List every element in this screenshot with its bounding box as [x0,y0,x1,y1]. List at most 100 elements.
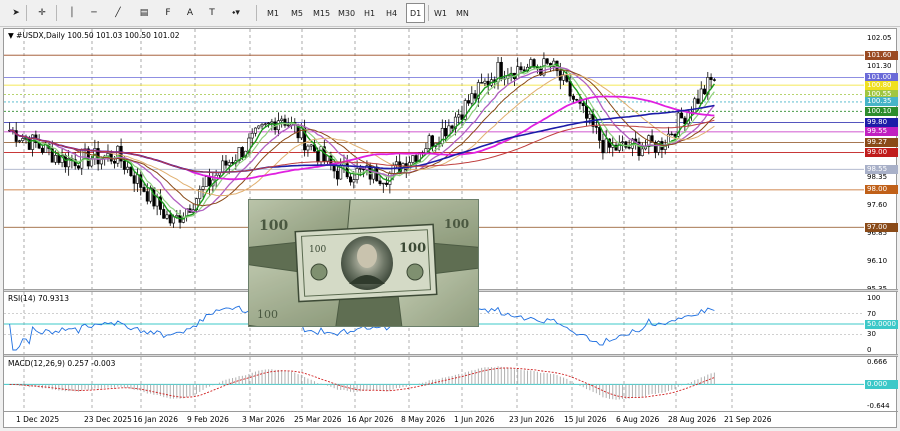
candle-body [414,155,418,162]
price-axis[interactable]: 102.05101.30100.5599.8099.0598.3597.6096… [864,29,898,293]
timeframe-w1-button[interactable]: W1 [431,3,450,23]
candle-body [172,216,176,224]
candle-body [113,160,117,164]
dollar-bills-image: 100 100 100 100 100 [248,199,479,327]
candle-body [208,176,212,187]
candle-body [699,88,703,104]
candle-body [444,127,448,137]
timeframe-m30-button[interactable]: M30 [335,3,358,23]
candle-body [411,155,415,163]
level-price-tag[interactable]: 99.27 [865,137,898,147]
timeframe-m1-button[interactable]: M1 [264,3,282,23]
candle-body [568,81,572,97]
candle-body [588,113,592,119]
date-axis-label: 25 Mar 2026 [294,415,342,424]
level-price-tag[interactable]: 101.60 [865,50,898,60]
timeframe-mn-button[interactable]: MN [453,3,472,23]
candle-body [522,69,526,72]
level-price-tag[interactable]: 98.55 [865,164,898,174]
candle-body [335,170,339,180]
macd-pane[interactable]: MACD(12,26,9) 0.257 -0.003 [4,357,864,411]
level-price-tag[interactable]: 97.00 [865,222,898,232]
price-axis-label: 101.30 [867,62,892,71]
date-axis-label: 16 Apr 2026 [347,415,394,424]
macd-chart[interactable] [4,357,864,411]
shapes-icon[interactable]: ⬩▾ [226,3,246,23]
collapse-triangle-icon[interactable]: ▼ [8,31,14,40]
candle-body [122,160,126,170]
level-price-tag[interactable]: 99.80 [865,118,898,128]
candle-body [601,140,605,154]
candle-body [358,168,362,170]
crosshair-icon[interactable]: ✛ [32,3,52,23]
candle-body [450,125,454,129]
candle-body [394,161,398,166]
candle-body [575,99,579,101]
candle-body [424,148,428,153]
candle-body [54,155,58,163]
level-price-tag[interactable]: 100.10 [865,106,898,116]
candle-body [627,146,631,149]
candle-body [253,127,257,134]
date-axis-label: 3 Mar 2026 [242,415,285,424]
candle-body [581,103,585,107]
date-axis-label: 6 Aug 2026 [616,415,660,424]
trendline-icon[interactable]: ╱ [108,3,128,23]
candle-body [286,124,290,127]
level-price-tag[interactable]: 99.00 [865,147,898,157]
equidistant-channel-icon[interactable]: ▤ [134,3,154,23]
candle-body [624,141,628,148]
candle-body [483,80,487,84]
candle-body [221,160,225,174]
candle-body [709,77,713,80]
candle-body [316,150,320,163]
toolbar-separator [26,5,27,21]
candle-body [201,186,205,190]
candle-body [40,147,44,153]
candle-body [250,132,254,139]
candle-body [598,127,602,141]
candle-body [152,187,156,207]
candle-body [670,133,674,136]
timeframe-d1-button[interactable]: D1 [406,3,426,23]
vertical-line-icon[interactable]: │ [62,3,82,23]
svg-text:100: 100 [399,241,426,256]
price-axis-label: 96.10 [867,256,888,265]
rsi-axis[interactable]: 100 70 30 0 50.0000 [864,292,898,354]
level-price-tag[interactable]: 100.35 [865,97,898,107]
candle-body [532,59,536,68]
cursor-icon[interactable]: ➤ [6,3,26,23]
level-price-tag[interactable]: 98.00 [865,185,898,195]
level-price-tag[interactable]: 99.55 [865,127,898,137]
price-axis-label: 97.60 [867,200,888,209]
candle-body [132,175,136,184]
candle-body [604,138,608,154]
candle-body [480,82,484,84]
horizontal-line-icon[interactable]: ─ [84,3,104,23]
text-label-icon[interactable]: T [202,3,222,23]
date-axis-label: 15 Jul 2026 [564,415,607,424]
level-price-tag[interactable]: 100.80 [865,80,898,90]
macd-axis[interactable]: 0.666 -0.644 0.000 [864,357,898,411]
toolbar-separator [428,5,429,21]
date-axis-label: 8 May 2026 [401,415,446,424]
text-icon[interactable]: A [180,3,200,23]
candle-body [332,164,336,172]
candle-body [240,147,244,158]
candle-body [129,166,133,176]
candle-body [168,214,172,224]
candle-body [381,182,385,185]
timeframe-h4-button[interactable]: H4 [383,3,400,23]
candle-body [703,88,707,95]
timeframe-m5-button[interactable]: M5 [288,3,306,23]
macd-level-tag[interactable]: 0.000 [865,379,898,389]
rsi-level-tag[interactable]: 50.0000 [865,319,898,329]
timeframe-h1-button[interactable]: H1 [361,3,378,23]
candle-body [224,160,228,166]
candle-body [385,182,389,185]
candle-body [204,176,208,187]
fibonacci-icon[interactable]: F [158,3,178,23]
timeframe-m15-button[interactable]: M15 [310,3,333,23]
rsi-axis-label: 70 [867,309,876,318]
candle-body [267,122,271,125]
